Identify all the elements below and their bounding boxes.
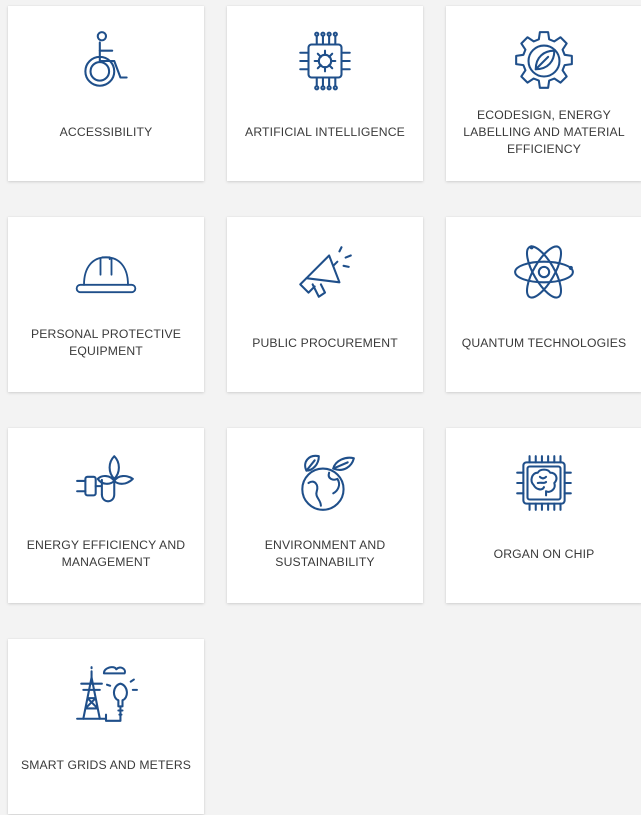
topic-label: ORGAN ON CHIP: [493, 546, 595, 561]
topic-label: ENVIRONMENT AND SUSTAINABILITY: [264, 538, 386, 569]
megaphone-icon: [227, 241, 423, 303]
hard-hat-icon: [8, 241, 204, 303]
topic-label: ECODESIGN, ENERGY LABELLING AND MATERIAL…: [463, 107, 625, 156]
globe-leaves-icon: [227, 452, 423, 514]
topic-card-artificial-intelligence[interactable]: ARTIFICIAL INTELLIGENCE: [227, 6, 423, 181]
topic-label: ENERGY EFFICIENCY AND MANAGEMENT: [26, 538, 186, 569]
topic-card-smart-grids[interactable]: SMART GRIDS AND METERS: [8, 639, 204, 814]
topic-card-quantum-technologies[interactable]: QUANTUM TECHNOLOGIES: [446, 217, 641, 392]
topics-grid: ACCESSIBILITY ARTIFICIAL INTELLIGENCE EC…: [0, 0, 641, 815]
brain-chip-icon: [446, 452, 641, 514]
topic-card-environment[interactable]: ENVIRONMENT AND SUSTAINABILITY: [227, 428, 423, 603]
topic-card-organ-on-chip[interactable]: ORGAN ON CHIP: [446, 428, 641, 603]
topic-label: QUANTUM TECHNOLOGIES: [461, 335, 627, 350]
wheelchair-icon: [8, 30, 204, 92]
topic-label: PERSONAL PROTECTIVE EQUIPMENT: [30, 327, 182, 358]
topic-card-ecodesign[interactable]: ECODESIGN, ENERGY LABELLING AND MATERIAL…: [446, 6, 641, 181]
topic-label: SMART GRIDS AND METERS: [20, 757, 192, 772]
topic-card-public-procurement[interactable]: PUBLIC PROCUREMENT: [227, 217, 423, 392]
atom-icon: [446, 241, 641, 303]
topic-card-ppe[interactable]: PERSONAL PROTECTIVE EQUIPMENT: [8, 217, 204, 392]
topic-label: ARTIFICIAL INTELLIGENCE: [245, 124, 405, 139]
ai-chip-icon: [227, 30, 423, 92]
topic-label: ACCESSIBILITY: [59, 124, 153, 139]
topic-card-energy-efficiency[interactable]: ENERGY EFFICIENCY AND MANAGEMENT: [8, 428, 204, 603]
plug-plant-icon: [8, 452, 204, 514]
leaf-gear-icon: [446, 30, 641, 92]
topic-label: PUBLIC PROCUREMENT: [252, 335, 398, 350]
power-tower-bulb-icon: [8, 663, 204, 725]
topic-card-accessibility[interactable]: ACCESSIBILITY: [8, 6, 204, 181]
